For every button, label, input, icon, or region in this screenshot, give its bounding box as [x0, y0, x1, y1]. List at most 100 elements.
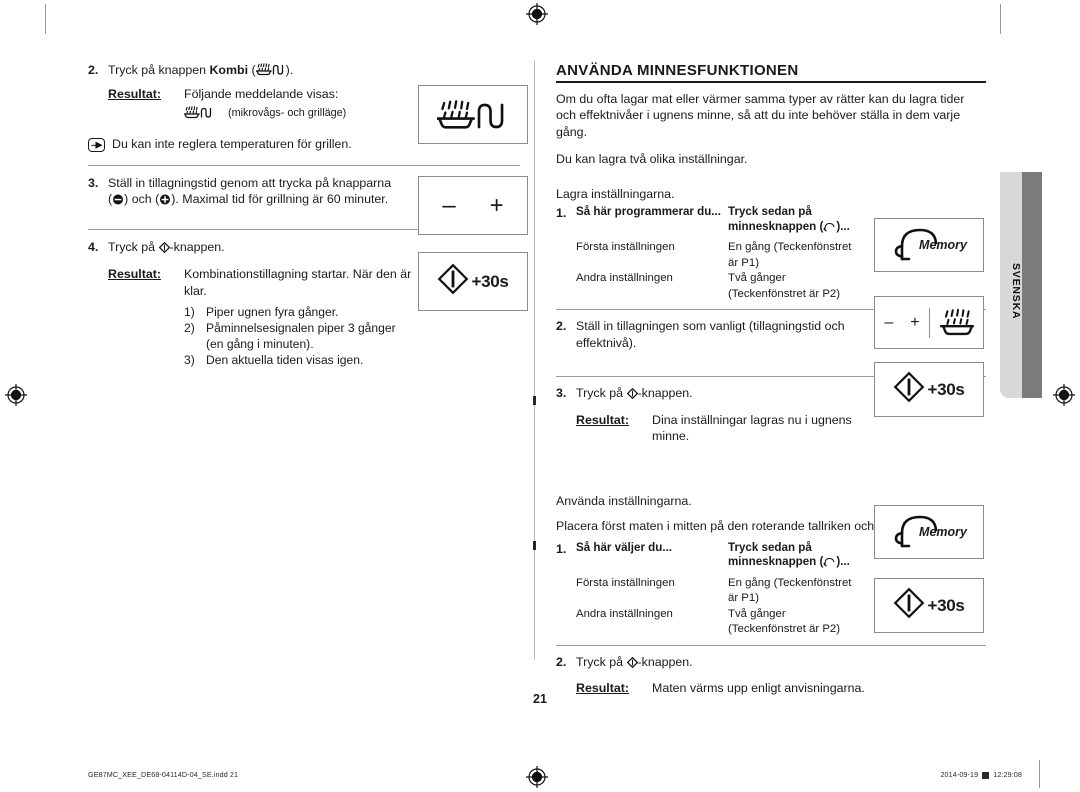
footer-filename: GE87MC_XEE_DE68-04114D-04_SE.indd 21 — [88, 770, 239, 779]
column-header-action-line2b: )... — [836, 555, 850, 569]
language-tab: SVENSKA — [1000, 172, 1042, 398]
store-step-3-text: Tryck på -knappen. — [576, 385, 870, 404]
step-number: 4. — [88, 239, 99, 254]
cell-setting: Andra inställningen — [576, 607, 673, 620]
column-header-action-line2a: minnesknappen ( — [728, 219, 824, 233]
intro-paragraph-2: Du kan lagra två olika inställningar. — [556, 152, 748, 167]
step-2-text-after: ). — [285, 63, 294, 77]
memory-label: Memory — [919, 525, 967, 539]
divider-tick-2 — [533, 541, 536, 550]
list-marker: 2) — [184, 321, 195, 335]
column-header-setting: Så här väljer du... — [576, 540, 673, 554]
kombi-icon — [255, 63, 286, 81]
iconbox-minus-plus-left: – + — [418, 176, 528, 235]
store-step-1-table: Så här programmerar du... Tryck sedan på… — [576, 205, 870, 302]
table-row: Andra inställningen Två gånger (Teckenfö… — [576, 607, 870, 638]
registration-mark-left — [5, 384, 27, 406]
list-text: Piper ugnen fyra gånger. — [206, 305, 339, 319]
start-label: +30s — [927, 379, 965, 399]
step-2-text-before: Tryck på knappen — [108, 63, 207, 77]
intro-paragraph-1: Om du ofta lagar mat eller värmer samma … — [556, 91, 965, 139]
step-number: 1. — [556, 541, 567, 556]
use-step-2-text-before: Tryck på — [576, 654, 624, 669]
list-text: Den aktuella tiden visas igen. — [206, 353, 364, 367]
divider-use-1 — [556, 644, 986, 646]
start-button-icon — [437, 263, 469, 300]
step-3-paren-b: ) och ( — [124, 192, 160, 206]
cell-action: En gång (Teckenfönstret är P1) — [728, 241, 852, 269]
left-step-4-sublist: 1) Piper ugnen fyra gånger. 2) Påminnels… — [108, 304, 520, 368]
trim-line-left — [45, 4, 46, 34]
manual-page: 2. Tryck på knappen Kombi (). Resultat:… — [0, 0, 1080, 792]
footer-separator — [1039, 760, 1040, 788]
trim-line-right — [1000, 4, 1001, 34]
title-underline — [556, 81, 986, 83]
step-3-text-c: ). Maximal tid för grillning är 60 minut… — [171, 192, 389, 206]
memory-label: Memory — [919, 238, 967, 252]
iconbox-memory-store: Memory — [874, 218, 984, 272]
column-header-action-line2a: minnesknappen ( — [728, 555, 824, 569]
start-button-icon — [893, 587, 925, 624]
cell-setting: Första inställningen — [576, 241, 675, 254]
minus-sign: – — [442, 191, 456, 219]
step-4-text-after: -knappen. — [169, 239, 225, 254]
footer-timestamp: 2014-09-19 12:29:08 — [940, 770, 1022, 779]
step-2-text: Tryck på knappen Kombi (). — [108, 62, 520, 81]
cell-setting: Andra inställningen — [576, 272, 673, 285]
result-text: Kombinationstillagning startar. När den … — [184, 267, 412, 298]
registration-mark-bottom — [526, 766, 548, 788]
step-number: 2. — [556, 319, 567, 334]
store-section-lead: Lagra inställningarna. — [556, 186, 675, 201]
column-divider — [534, 60, 535, 660]
use-step-1-table: Så här väljer du... Tryck sedan på minne… — [576, 541, 870, 638]
result-label: Resultat: — [108, 267, 162, 281]
iconbox-half-kombi — [929, 307, 983, 338]
step-2-text-bold: Kombi — [209, 63, 249, 77]
table-row: Första inställningen En gång (Teckenföns… — [576, 240, 870, 271]
memory-button-icon — [823, 222, 836, 237]
result-label: Resultat: — [576, 412, 630, 427]
list-item: 3) Den aktuella tiden visas igen. — [184, 352, 520, 368]
minus-icon — [112, 193, 124, 210]
column-header-action-line1: Tryck sedan på — [728, 540, 812, 554]
start-label: +30s — [927, 595, 965, 615]
result-text: Dina inställningar lagras nu i ugnens mi… — [652, 412, 852, 444]
clock-glyph-icon — [982, 772, 990, 779]
column-header-action: Tryck sedan på minnesknappen ()... — [728, 541, 870, 576]
list-item: 2) Påminnelsesignalen piper 3 gånger (en… — [184, 320, 520, 352]
store-step-3-result: Resultat: Dina inställningar lagras nu i… — [576, 412, 870, 445]
column-header-action: Tryck sedan på minnesknappen ()... — [728, 205, 870, 240]
footer-time: 12:29:08 — [993, 770, 1022, 779]
cell-action: Två gånger (Teckenfönstret är P2) — [728, 272, 841, 300]
use-step-2: 2. Tryck på -knappen. Resultat: Maten vä… — [556, 654, 986, 697]
cell-action: En gång (Teckenfönstret är P1) — [728, 576, 852, 605]
footer-date: 2014-09-19 — [940, 770, 979, 779]
plus-sign: + — [489, 191, 504, 219]
kombi-icon-small — [183, 106, 214, 124]
language-tab-dark — [1022, 172, 1042, 398]
iconbox-half-minus-plus: – + — [875, 313, 929, 331]
start-button-icon — [893, 371, 925, 408]
step-number: 3. — [556, 386, 567, 401]
iconbox-start-use: +30s — [874, 578, 984, 633]
step-4-text-before: Tryck på — [108, 239, 156, 254]
note-text: Du kan inte reglera temperaturen för gri… — [112, 137, 352, 151]
table-header-row: Så här väljer du... Tryck sedan på minne… — [576, 541, 870, 576]
start-button-icon — [158, 241, 170, 258]
page-number: 21 — [533, 692, 547, 706]
divider-after-note — [88, 164, 520, 166]
cell-setting: Första inställningen — [576, 576, 675, 589]
plus-sign: + — [910, 313, 920, 331]
registration-mark-right — [1053, 384, 1075, 406]
iconbox-minusplus-kombi: – + — [874, 296, 984, 349]
mode-caption: (mikrovågs- och grilläge) — [228, 107, 347, 119]
plus-icon — [159, 193, 171, 210]
table-row: Andra inställningen Två gånger (Teckenfö… — [576, 271, 870, 302]
iconbox-memory-use: Memory — [874, 505, 984, 559]
iconbox-start-left: +30s — [418, 252, 528, 311]
divider-tick-1 — [533, 396, 536, 405]
memory-button-icon — [823, 557, 836, 572]
cell-action: Två gånger (Teckenfönstret är P2) — [728, 607, 841, 636]
use-step-2-text-after: -knappen. — [637, 654, 693, 669]
column-header-action-line1: Tryck sedan på — [728, 205, 812, 219]
